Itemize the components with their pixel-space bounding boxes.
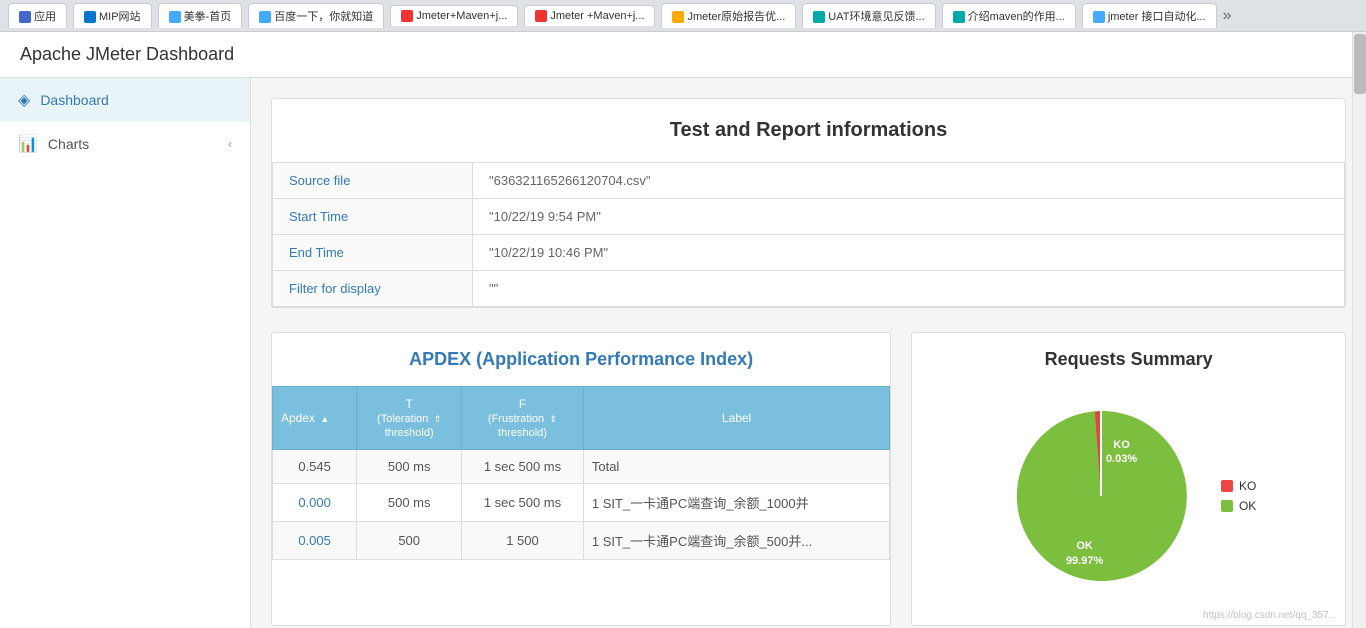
content-area: Test and Report informations Source file… [251, 78, 1366, 628]
apdex-sort-icon: ▲ [320, 414, 329, 424]
table-row: 0.000 500 ms 1 sec 500 ms 1 SIT_一卡通PC端查询… [273, 484, 890, 522]
apdex-row-1-apdex: 0.000 [273, 484, 357, 522]
report-title: Test and Report informations [272, 99, 1345, 162]
report-row-end-label: End Time [273, 235, 473, 271]
table-row: 0.005 500 1 500 1 SIT_一卡通PC端查询_余额_500并..… [273, 522, 890, 560]
sidebar-item-dashboard[interactable]: ◈ Dashboard [0, 78, 250, 122]
browser-more-tabs[interactable]: » [1223, 7, 1232, 25]
apdex-table: Apdex ▲ T(Toleration ⇕ threshold) F(Frus… [272, 386, 890, 560]
browser-tab-jmeter-api[interactable]: jmeter 接口自动化... [1082, 3, 1217, 28]
report-row-filter-label: Filter for display [273, 271, 473, 307]
report-row-start-label: Start Time [273, 199, 473, 235]
ko-pie-label: KO 0.03% [1106, 438, 1137, 467]
app-topbar: Apache JMeter Dashboard [0, 32, 1366, 78]
apdex-row-total-f: 1 sec 500 ms [462, 450, 584, 484]
app: Apache JMeter Dashboard ◈ Dashboard 📊 Ch… [0, 32, 1366, 628]
legend-ko: KO [1221, 479, 1256, 493]
browser-tab-baidu[interactable]: 百度一下，你就知道 [248, 3, 384, 28]
sidebar-item-charts-label: Charts [48, 136, 89, 152]
ok-legend-dot [1221, 500, 1233, 512]
apdex-row-1-label: 1 SIT_一卡通PC端查询_余额_1000并 [583, 484, 889, 522]
dashboard-icon: ◈ [18, 90, 30, 110]
report-row-source-label: Source file [273, 163, 473, 199]
sidebar-item-dashboard-label: Dashboard [40, 92, 109, 108]
apdex-row-1-t: 500 ms [357, 484, 462, 522]
report-row-filter-value: "" [473, 271, 1345, 307]
t-sort-icon: ⇕ [434, 414, 442, 424]
apdex-col-apdex[interactable]: Apdex ▲ [273, 387, 357, 450]
report-row-start-value: "10/22/19 9:54 PM" [473, 199, 1345, 235]
apdex-col-t[interactable]: T(Toleration ⇕ threshold) [357, 387, 462, 450]
browser-tab-jmeter3[interactable]: Jmeter原始报告优... [661, 3, 796, 28]
apdex-row-2-apdex: 0.005 [273, 522, 357, 560]
apdex-card: APDEX (Application Performance Index) Ap… [271, 332, 891, 626]
browser-tab-meiquan[interactable]: 美拳-首页 [158, 3, 243, 28]
browser-bar: 应用 MIP网站 美拳-首页 百度一下，你就知道 Jmeter+Maven+j.… [0, 0, 1366, 32]
sidebar: ◈ Dashboard 📊 Charts ‹ [0, 78, 251, 628]
table-row: Filter for display "" [273, 271, 1345, 307]
browser-tab-app[interactable]: 应用 [8, 3, 67, 28]
requests-summary-body: KO 0.03% OK 99.97% [912, 386, 1345, 606]
legend-ok: OK [1221, 499, 1256, 513]
apdex-row-1-f: 1 sec 500 ms [462, 484, 584, 522]
apdex-row-total-label: Total [583, 450, 889, 484]
apdex-col-f[interactable]: F(Frustration ⇕ threshold) [462, 387, 584, 450]
ko-legend-dot [1221, 480, 1233, 492]
table-row: Start Time "10/22/19 9:54 PM" [273, 199, 1345, 235]
ok-pie-label: OK 99.97% [1066, 539, 1103, 568]
ko-value: 0.03% [1106, 453, 1137, 465]
browser-tab-jmeter1[interactable]: Jmeter+Maven+j... [390, 5, 518, 26]
table-row: 0.545 500 ms 1 sec 500 ms Total [273, 450, 890, 484]
report-info-table: Source file "636321165266120704.csv" Sta… [272, 162, 1345, 307]
report-row-end-value: "10/22/19 10:46 PM" [473, 235, 1345, 271]
browser-tab-jmeter2[interactable]: Jmeter +Maven+j... [524, 5, 655, 26]
apdex-row-2-t: 500 [357, 522, 462, 560]
browser-tab-mip[interactable]: MIP网站 [73, 3, 152, 28]
apdex-title: APDEX (Application Performance Index) [272, 333, 890, 386]
app-title: Apache JMeter Dashboard [20, 44, 234, 64]
apdex-row-total-t: 500 ms [357, 450, 462, 484]
table-row: Source file "636321165266120704.csv" [273, 163, 1345, 199]
bottom-section: APDEX (Application Performance Index) Ap… [271, 332, 1346, 628]
ok-label: OK [1076, 540, 1093, 552]
table-row: End Time "10/22/19 10:46 PM" [273, 235, 1345, 271]
charts-icon: 📊 [18, 134, 38, 154]
pie-chart: KO 0.03% OK 99.97% [1001, 396, 1201, 596]
charts-chevron-icon: ‹ [228, 137, 232, 151]
ko-label: KO [1113, 439, 1130, 451]
apdex-header-row: Apdex ▲ T(Toleration ⇕ threshold) F(Frus… [273, 387, 890, 450]
scrollbar[interactable] [1352, 32, 1366, 628]
browser-tab-maven[interactable]: 介绍maven的作用... [942, 3, 1076, 28]
report-info-card: Test and Report informations Source file… [271, 98, 1346, 308]
sidebar-item-charts[interactable]: 📊 Charts ‹ [0, 122, 250, 166]
requests-summary-title: Requests Summary [912, 333, 1345, 386]
ok-legend-label: OK [1239, 499, 1256, 513]
apdex-col-apdex-label: Apdex [281, 411, 318, 425]
apdex-row-2-f: 1 500 [462, 522, 584, 560]
ko-legend-label: KO [1239, 479, 1256, 493]
ok-value: 99.97% [1066, 555, 1103, 567]
pie-legend: KO OK [1221, 479, 1256, 513]
requests-summary-card: Requests Summary [911, 332, 1346, 626]
apdex-row-2-label: 1 SIT_一卡通PC端查询_余额_500并... [583, 522, 889, 560]
report-row-source-value: "636321165266120704.csv" [473, 163, 1345, 199]
apdex-row-total-apdex: 0.545 [273, 450, 357, 484]
f-sort-icon: ⇕ [550, 414, 558, 424]
browser-tab-uat[interactable]: UAT环境意见反馈... [802, 3, 935, 28]
main-layout: ◈ Dashboard 📊 Charts ‹ Test and Report i… [0, 78, 1366, 628]
apdex-col-label[interactable]: Label [583, 387, 889, 450]
scroll-thumb[interactable] [1354, 34, 1366, 94]
watermark: https://blog.csdn.net/qq_357... [912, 606, 1345, 625]
